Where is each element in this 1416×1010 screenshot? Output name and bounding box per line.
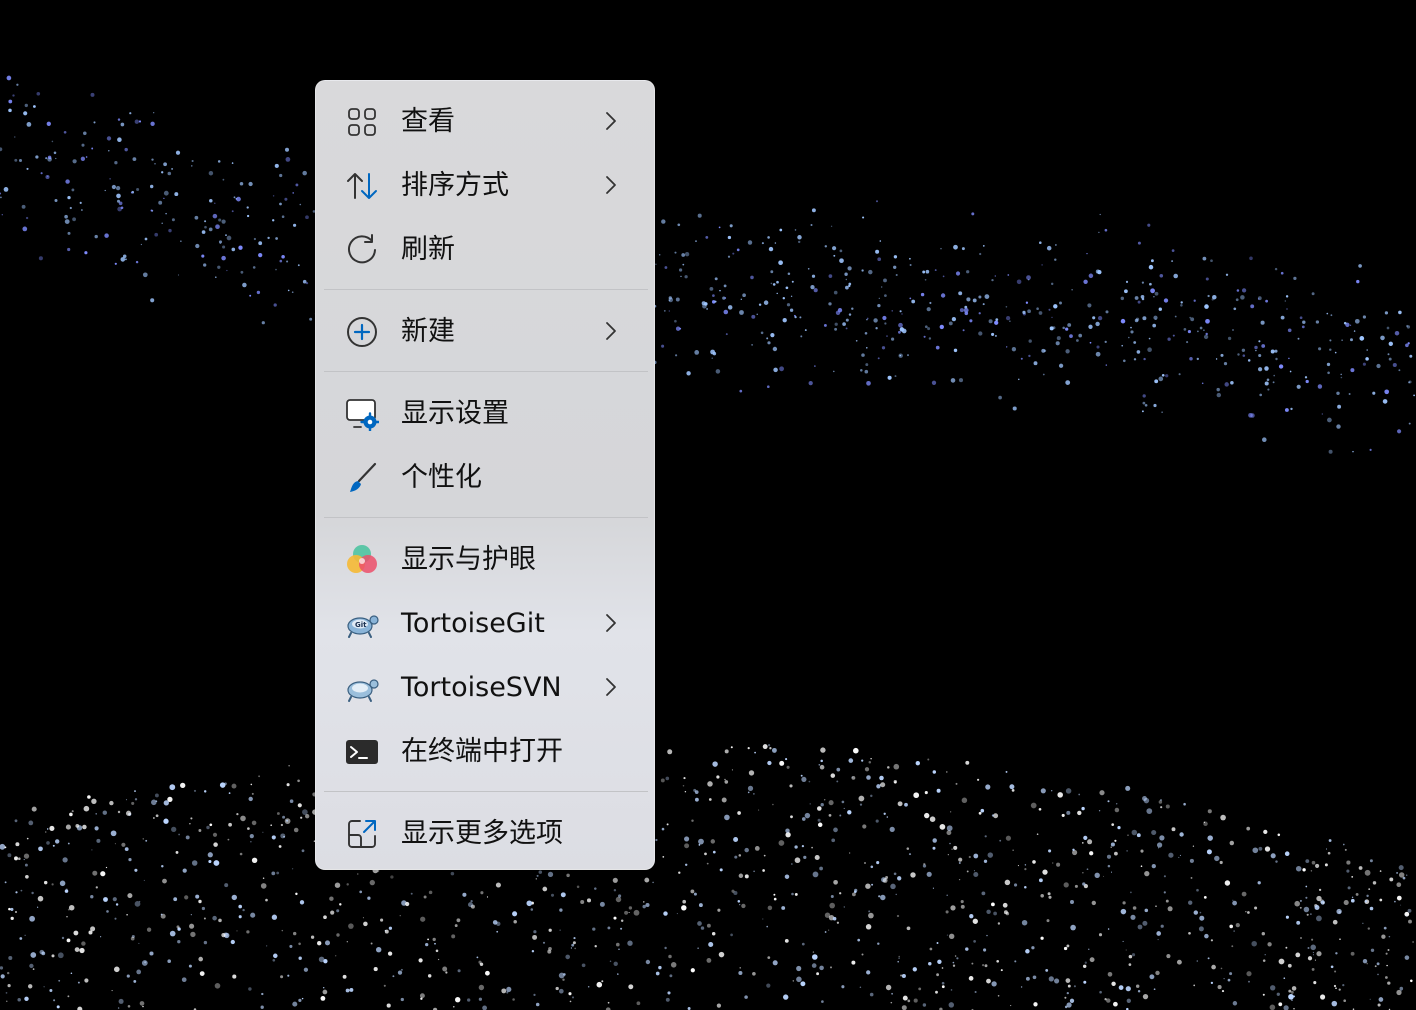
menu-item-label: 在终端中打开 [401, 736, 563, 767]
menu-item-show-more-options[interactable]: 显示更多选项 [325, 805, 647, 861]
menu-item-label: TortoiseSVN [401, 672, 562, 703]
menu-item-display-settings[interactable]: 显示设置 [325, 385, 647, 441]
paintbrush-icon [345, 461, 379, 495]
menu-item-sort-by[interactable]: 排序方式 [325, 157, 647, 213]
chevron-right-icon [601, 319, 621, 343]
menu-item-label: TortoiseGit [401, 608, 545, 639]
menu-item-open-in-terminal[interactable]: 在终端中打开 [325, 723, 647, 779]
menu-item-view[interactable]: 查看 [325, 93, 647, 149]
display-settings-icon [345, 397, 379, 431]
menu-separator [324, 289, 648, 290]
menu-item-label: 个性化 [401, 462, 482, 493]
menu-item-new[interactable]: 新建 [325, 303, 647, 359]
menu-item-tortoisegit[interactable]: Git TortoiseGit [325, 595, 647, 651]
starfield [0, 75, 1415, 1010]
menu-item-label: 查看 [401, 106, 455, 137]
sort-arrows-icon [345, 169, 379, 203]
menu-item-label: 显示更多选项 [401, 818, 563, 849]
menu-item-label: 显示与护眼 [401, 544, 536, 575]
chevron-right-icon [601, 173, 621, 197]
menu-item-display-eye-care[interactable]: 显示与护眼 [325, 531, 647, 587]
refresh-icon [345, 233, 379, 267]
menu-item-label: 显示设置 [401, 398, 509, 429]
menu-item-label: 排序方式 [401, 170, 509, 201]
menu-item-personalize[interactable]: 个性化 [325, 449, 647, 505]
terminal-icon [345, 735, 379, 769]
menu-item-tortoisesvn[interactable]: TortoiseSVN [325, 659, 647, 715]
desktop-context-menu: 查看 排序方式 刷新 新建 显示设置 个性化 显示与护眼 Git Tortois… [315, 80, 655, 870]
menu-separator [324, 517, 648, 518]
menu-separator [324, 791, 648, 792]
chevron-right-icon [601, 109, 621, 133]
menu-item-refresh[interactable]: 刷新 [325, 221, 647, 277]
svg-text:Git: Git [355, 621, 367, 629]
desktop-wallpaper [0, 0, 1416, 1010]
add-circle-icon [345, 315, 379, 349]
grid-view-icon [345, 105, 379, 139]
chevron-right-icon [601, 611, 621, 635]
chevron-right-icon [601, 675, 621, 699]
menu-separator [324, 371, 648, 372]
tortoisegit-icon: Git [345, 607, 379, 641]
open-external-icon [345, 817, 379, 851]
menu-item-label: 刷新 [401, 234, 455, 265]
menu-item-label: 新建 [401, 316, 455, 347]
color-circles-icon [345, 543, 379, 577]
tortoisesvn-icon [345, 671, 379, 705]
